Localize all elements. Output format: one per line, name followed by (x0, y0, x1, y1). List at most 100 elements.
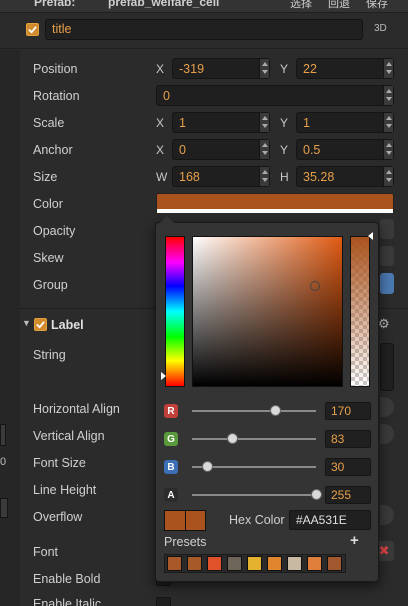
scale-label: Scale (33, 116, 65, 130)
alpha-bar (157, 209, 393, 213)
preset-swatch[interactable] (247, 556, 262, 571)
prefab-select-button[interactable]: 选择 (290, 0, 312, 11)
left-panel-edge-control[interactable] (0, 424, 6, 446)
stepper[interactable] (383, 167, 393, 186)
color-field[interactable] (156, 193, 394, 213)
size-w-value: 168 (179, 170, 200, 184)
stepper[interactable] (259, 59, 269, 78)
scale-y-axis: Y (280, 116, 289, 130)
anchor-y-value: 0.5 (303, 143, 321, 157)
channel-r-badge: R (164, 404, 178, 418)
anchor-y-input[interactable]: 0.5 (296, 139, 394, 160)
channel-b-input[interactable]: 30 (325, 458, 371, 476)
preset-swatch[interactable] (267, 556, 282, 571)
enable-bold-label: Enable Bold (33, 572, 101, 586)
position-y-input[interactable]: 22 (296, 58, 394, 79)
hue-marker[interactable] (161, 372, 166, 380)
alpha-slider[interactable] (350, 236, 370, 387)
scale-y-input[interactable]: 1 (296, 112, 394, 133)
channel-g-input[interactable]: 83 (325, 430, 371, 448)
hex-color-label: Hex Color (229, 513, 285, 527)
saturation-value-cursor[interactable] (310, 281, 320, 291)
old-color[interactable] (184, 511, 205, 530)
prefab-revert-button[interactable]: 回退 (328, 0, 350, 11)
plus-icon[interactable]: + (350, 532, 359, 549)
preset-swatch[interactable] (287, 556, 302, 571)
scale-x-input[interactable]: 1 (172, 112, 270, 133)
anchor-x-value: 0 (179, 143, 186, 157)
position-label: Position (33, 62, 78, 76)
alpha-marker[interactable] (368, 232, 373, 240)
vertical-align-buttons[interactable] (380, 424, 394, 444)
channel-g-badge: G (164, 432, 178, 446)
node-name-input[interactable]: title (45, 19, 363, 40)
string-textarea-edge[interactable] (380, 343, 394, 391)
check-icon (36, 321, 45, 329)
channel-r-slider-track[interactable] (192, 410, 316, 412)
preset-swatch[interactable] (227, 556, 242, 571)
collapse-arrow-icon[interactable]: ▼ (22, 318, 31, 328)
channel-r-slider-knob[interactable] (269, 405, 281, 416)
string-label: String (33, 348, 66, 362)
preset-swatch[interactable] (327, 556, 342, 571)
left-gutter (0, 50, 20, 606)
scale-x-axis: X (156, 116, 165, 130)
position-x-axis: X (156, 62, 165, 76)
stepper[interactable] (259, 140, 269, 159)
channel-a-badge: A (164, 488, 178, 502)
channel-a-slider-track[interactable] (192, 494, 316, 496)
size-w-input[interactable]: 168 (172, 166, 270, 187)
anchor-x-input[interactable]: 0 (172, 139, 270, 160)
preset-swatch[interactable] (167, 556, 182, 571)
left-panel-edge-control[interactable] (0, 498, 8, 518)
preset-swatch[interactable] (187, 556, 202, 571)
anchor-x-axis: X (156, 143, 165, 157)
position-y-axis: Y (280, 62, 289, 76)
prefab-save-button[interactable]: 保存 (366, 0, 388, 11)
channel-g-slider-knob[interactable] (227, 433, 239, 444)
channel-r-input[interactable]: 170 (325, 402, 371, 420)
size-h-axis: H (280, 170, 289, 184)
stepper[interactable] (383, 113, 393, 132)
preset-swatch[interactable] (307, 556, 322, 571)
color-picker-popup: R 170 G 83 B 30 A 255 Hex Color #AA531E Presets… (155, 216, 379, 582)
overflow-buttons[interactable] (380, 505, 394, 525)
divider (0, 48, 408, 49)
group-select-edge[interactable] (380, 273, 394, 294)
position-x-value: -319 (179, 62, 205, 76)
saturation-value-area[interactable] (192, 236, 343, 387)
rotation-input[interactable]: 0 (156, 85, 394, 106)
opacity-slider-edge[interactable] (380, 219, 394, 239)
channel-a-slider-knob[interactable] (311, 489, 322, 500)
anchor-label: Anchor (33, 143, 73, 157)
label-enabled-checkbox[interactable] (34, 318, 47, 331)
prefab-label: Prefab: (34, 0, 76, 9)
label-component-title: Label (51, 318, 84, 332)
horizontal-align-buttons[interactable] (380, 397, 394, 417)
stepper[interactable] (383, 59, 393, 78)
stepper[interactable] (259, 113, 269, 132)
3d-toggle[interactable]: 3D (374, 23, 387, 34)
skew-label: Skew (33, 251, 64, 265)
position-x-input[interactable]: -319 (172, 58, 270, 79)
size-h-input[interactable]: 35.28 (296, 166, 394, 187)
vertical-align-label: Vertical Align (33, 429, 105, 443)
hex-color-input[interactable]: #AA531E (289, 510, 371, 530)
hue-slider[interactable] (165, 236, 185, 387)
node-active-checkbox[interactable] (26, 23, 39, 36)
gear-icon[interactable]: ⚙ (378, 316, 390, 332)
font-label: Font (33, 545, 59, 559)
scale-x-value: 1 (179, 116, 186, 130)
channel-b-badge: B (164, 460, 178, 474)
stepper[interactable] (383, 86, 393, 105)
rotation-label: Rotation (33, 89, 80, 103)
channel-g-slider-track[interactable] (192, 438, 316, 440)
skew-input-edge[interactable] (380, 246, 394, 266)
stepper[interactable] (383, 140, 393, 159)
stepper[interactable] (259, 167, 269, 186)
channel-a-input[interactable]: 255 (325, 486, 371, 504)
enable-italic-checkbox[interactable] (156, 597, 171, 606)
anchor-y-axis: Y (280, 143, 289, 157)
preset-swatch[interactable] (207, 556, 222, 571)
channel-b-slider-knob[interactable] (201, 461, 213, 472)
